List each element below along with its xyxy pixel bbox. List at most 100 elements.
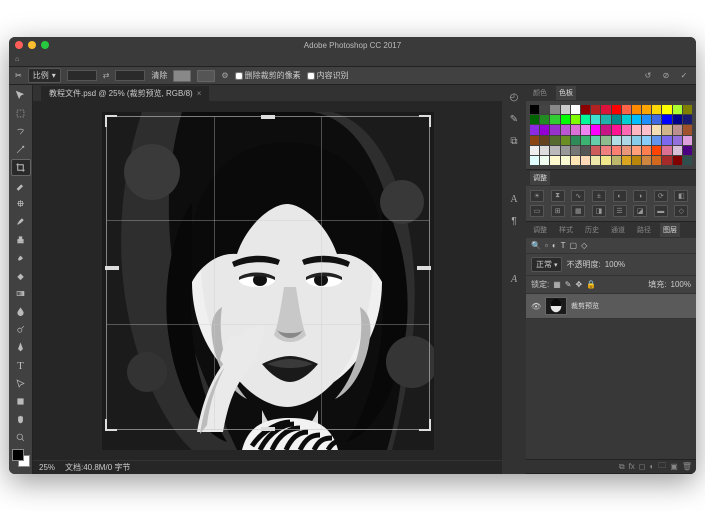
- cancel-icon[interactable]: ⊘: [660, 70, 672, 82]
- adj-thresh[interactable]: ◪: [633, 205, 647, 217]
- swatch[interactable]: [530, 115, 539, 124]
- swatch[interactable]: [540, 105, 549, 114]
- character-panel-icon[interactable]: A: [506, 191, 522, 207]
- trash-icon[interactable]: 🗑: [682, 462, 692, 471]
- swatch[interactable]: [673, 105, 682, 114]
- swatch[interactable]: [550, 156, 559, 165]
- brushes-panel-icon[interactable]: ✎: [506, 111, 522, 127]
- swatch[interactable]: [571, 146, 580, 155]
- height-input[interactable]: [115, 70, 145, 81]
- swatch[interactable]: [591, 125, 600, 134]
- adj-layer-icon[interactable]: ◐: [649, 462, 654, 471]
- home-icon[interactable]: ⌂: [15, 56, 19, 63]
- swatch[interactable]: [581, 105, 590, 114]
- swatch[interactable]: [591, 156, 600, 165]
- lock-paint-icon[interactable]: ✎: [565, 280, 572, 289]
- layer-name[interactable]: 裁剪预览: [571, 301, 599, 311]
- link-icon[interactable]: ⧉: [619, 462, 625, 472]
- clear-button[interactable]: 清除: [151, 70, 167, 81]
- swatch[interactable]: [642, 105, 651, 114]
- swatch[interactable]: [632, 115, 641, 124]
- swatch[interactable]: [540, 125, 549, 134]
- fx-icon[interactable]: fx: [629, 462, 635, 471]
- swap-icon[interactable]: ⇄: [103, 71, 110, 80]
- swatch[interactable]: [571, 125, 580, 134]
- close-tab-icon[interactable]: ×: [197, 89, 202, 98]
- crop-handle-tl[interactable]: [105, 115, 119, 129]
- swatch[interactable]: [540, 115, 549, 124]
- swatch[interactable]: [683, 136, 692, 145]
- crop-handle-bl[interactable]: [105, 417, 119, 431]
- swatch[interactable]: [581, 136, 590, 145]
- swatch[interactable]: [662, 146, 671, 155]
- adj-brightness[interactable]: ☀: [530, 190, 544, 202]
- tab-adjustments[interactable]: 调整: [530, 171, 550, 185]
- swatch[interactable]: [540, 156, 549, 165]
- tab-paths[interactable]: 路径: [634, 223, 654, 237]
- swatch[interactable]: [530, 105, 539, 114]
- swatch[interactable]: [622, 156, 631, 165]
- swatch[interactable]: [683, 125, 692, 134]
- swatch[interactable]: [662, 136, 671, 145]
- swatch[interactable]: [601, 105, 610, 114]
- swatch[interactable]: [571, 115, 580, 124]
- filter-img-icon[interactable]: ▫: [545, 241, 548, 250]
- lasso-tool[interactable]: [11, 123, 31, 140]
- swatch[interactable]: [591, 146, 600, 155]
- type-tool[interactable]: T: [11, 357, 31, 374]
- crop-handle-r[interactable]: [417, 266, 431, 270]
- opacity-value[interactable]: 100%: [605, 260, 625, 269]
- swatch[interactable]: [673, 115, 682, 124]
- canvas-viewport[interactable]: [33, 101, 502, 460]
- shape-tool[interactable]: [11, 393, 31, 410]
- swatch[interactable]: [561, 105, 570, 114]
- blur-tool[interactable]: [11, 303, 31, 320]
- swatch[interactable]: [683, 146, 692, 155]
- swatch[interactable]: [652, 125, 661, 134]
- layer-thumbnail[interactable]: [545, 297, 567, 315]
- swatch[interactable]: [530, 125, 539, 134]
- adj-exposure[interactable]: ±: [592, 190, 606, 202]
- swatch[interactable]: [662, 115, 671, 124]
- swatch[interactable]: [652, 105, 661, 114]
- hand-tool[interactable]: [11, 411, 31, 428]
- swatch[interactable]: [591, 115, 600, 124]
- swatch[interactable]: [662, 125, 671, 134]
- swatch[interactable]: [601, 146, 610, 155]
- swatch[interactable]: [642, 125, 651, 134]
- adj-invert[interactable]: ◨: [592, 205, 606, 217]
- swatch[interactable]: [683, 105, 692, 114]
- adj-select[interactable]: ◇: [674, 205, 688, 217]
- swatch[interactable]: [683, 115, 692, 124]
- tab-history[interactable]: 历史: [582, 223, 602, 237]
- settings-icon[interactable]: ⚙: [221, 71, 228, 80]
- swatch[interactable]: [642, 156, 651, 165]
- swatch[interactable]: [591, 105, 600, 114]
- new-layer-icon[interactable]: ▣: [670, 462, 678, 471]
- swatch[interactable]: [550, 105, 559, 114]
- tab-styles[interactable]: 样式: [556, 223, 576, 237]
- adj-bw[interactable]: ◧: [674, 190, 688, 202]
- adj-lookup[interactable]: ▦: [571, 205, 585, 217]
- swatch[interactable]: [652, 156, 661, 165]
- filter-kind-icon[interactable]: 🔍: [531, 241, 541, 250]
- fill-value[interactable]: 100%: [671, 280, 691, 289]
- crop-handle-l[interactable]: [105, 266, 119, 270]
- swatch[interactable]: [652, 146, 661, 155]
- mask-icon[interactable]: ◻: [639, 462, 646, 471]
- swatch[interactable]: [561, 136, 570, 145]
- lock-pos-icon[interactable]: ✥: [576, 280, 583, 289]
- swatch[interactable]: [550, 136, 559, 145]
- lock-trans-icon[interactable]: ▦: [553, 280, 561, 289]
- swatch[interactable]: [632, 156, 641, 165]
- healing-tool[interactable]: [11, 195, 31, 212]
- crop-handle-br[interactable]: [417, 417, 431, 431]
- filter-adj-icon[interactable]: ◐: [552, 241, 557, 250]
- swatch[interactable]: [530, 146, 539, 155]
- swatch[interactable]: [561, 125, 570, 134]
- crop-handle-t[interactable]: [261, 115, 275, 119]
- swatch[interactable]: [622, 136, 631, 145]
- swatch[interactable]: [581, 125, 590, 134]
- swatch[interactable]: [642, 146, 651, 155]
- swatch[interactable]: [652, 115, 661, 124]
